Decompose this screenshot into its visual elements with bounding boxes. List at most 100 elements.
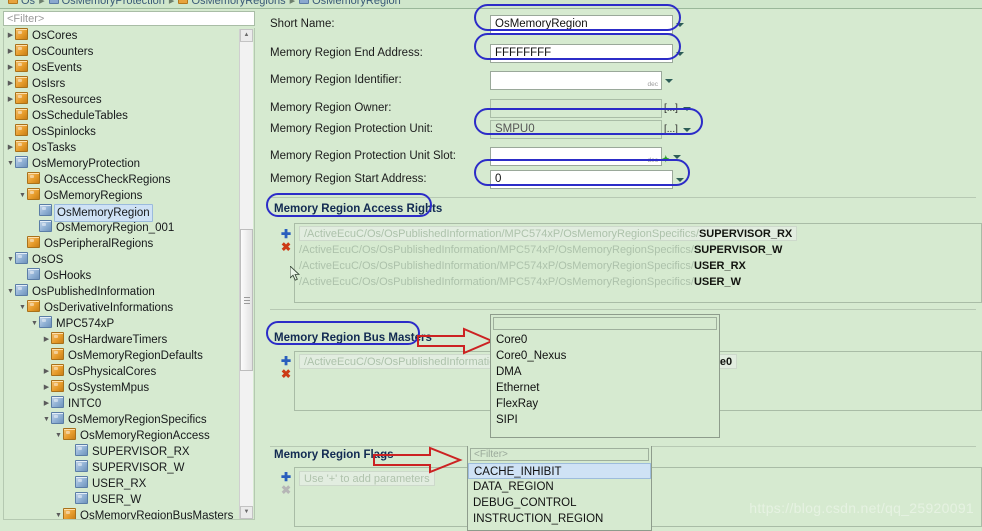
tree-item-oscounters[interactable]: ▶OsCounters xyxy=(4,44,254,60)
field-input[interactable]: dec xyxy=(490,147,662,166)
tree-item-osisrs[interactable]: ▶OsIsrs xyxy=(4,76,254,92)
tree-item-supervisor_w[interactable]: ▶SUPERVISOR_W xyxy=(4,460,254,476)
chevron-down-icon[interactable] xyxy=(673,15,686,34)
popup-option-list[interactable]: Core0Core0_NexusDMAEthernetFlexRaySIPI xyxy=(491,332,719,428)
tree-item-osmemoryregiondefaults[interactable]: ▶OsMemoryRegionDefaults xyxy=(4,348,254,364)
field-input[interactable]: ▣ xyxy=(490,99,662,118)
popup-option[interactable]: INSTRUCTION_REGION xyxy=(468,511,651,527)
tree-item-osos[interactable]: ▼OsOS xyxy=(4,252,254,268)
breadcrumb-item-osmemoryregions[interactable]: OsMemoryRegions xyxy=(178,0,285,6)
tree-item-osphysicalcores[interactable]: ▶OsPhysicalCores xyxy=(4,364,254,380)
tree-item-osmemoryregionaccess[interactable]: ▼OsMemoryRegionAccess xyxy=(4,428,254,444)
tree-item-mpc574xp[interactable]: ▼MPC574xP xyxy=(4,316,254,332)
chevron-right-icon[interactable]: ▶ xyxy=(6,60,15,76)
chevron-down-icon[interactable]: ▼ xyxy=(42,412,51,428)
remove-icon[interactable]: ✖ xyxy=(281,242,291,252)
tree-item-oscores[interactable]: ▶OsCores xyxy=(4,28,254,44)
tree-item-oshardwaretimers[interactable]: ▶OsHardwareTimers xyxy=(4,332,254,348)
chevron-down-icon[interactable]: ▼ xyxy=(30,316,39,332)
scroll-down-icon[interactable]: ▼ xyxy=(240,506,253,519)
tree-item-osscheduletables[interactable]: ▶OsScheduleTables xyxy=(4,108,254,124)
field-input[interactable]: ▣dec xyxy=(490,71,662,90)
chevron-down-icon[interactable]: ▼ xyxy=(18,300,27,316)
flags-dropdown-popup[interactable]: <Filter> CACHE_INHIBITDATA_REGIONDEBUG_C… xyxy=(467,446,652,531)
tree-item-osresources[interactable]: ▶OsResources xyxy=(4,92,254,108)
tree-item-supervisor_rx[interactable]: ▶SUPERVISOR_RX xyxy=(4,444,254,460)
popup-option[interactable]: CACHE_INHIBIT xyxy=(468,463,651,479)
field-input[interactable]: SMPU0 xyxy=(490,120,662,139)
field-input[interactable]: 0 xyxy=(490,170,673,189)
breadcrumb-item-osmemoryregion[interactable]: OsMemoryRegion xyxy=(299,0,401,6)
chevron-down-icon[interactable]: ▼ xyxy=(18,188,27,204)
access-right-entry[interactable]: /ActiveEcuC/Os/OsPublishedInformation/MP… xyxy=(299,276,741,288)
access-right-row[interactable]: /ActiveEcuC/Os/OsPublishedInformation/MP… xyxy=(295,274,981,290)
chevron-down-icon[interactable]: ▼ xyxy=(6,252,15,268)
access-right-entry[interactable]: /ActiveEcuC/Os/OsPublishedInformation/MP… xyxy=(299,244,782,256)
chevron-down-icon[interactable] xyxy=(680,120,693,139)
tree-item-osmemoryregionbusmasters[interactable]: ▼OsMemoryRegionBusMasters xyxy=(4,508,254,520)
tree-item-user_w[interactable]: ▶USER_W xyxy=(4,492,254,508)
popup-option[interactable]: Core0 xyxy=(491,332,719,348)
chevron-down-icon[interactable]: ▼ xyxy=(6,156,15,172)
tree-item-osmemoryregion_001[interactable]: ▶OsMemoryRegion_001 xyxy=(4,220,254,236)
breadcrumb-item-os[interactable]: Os xyxy=(8,0,35,6)
access-right-row[interactable]: /ActiveEcuC/Os/OsPublishedInformation/MP… xyxy=(295,224,981,242)
tree-item-user_rx[interactable]: ▶USER_RX xyxy=(4,476,254,492)
add-icon[interactable]: ✚ xyxy=(281,356,291,366)
bus-masters-dropdown-popup[interactable]: Core0Core0_NexusDMAEthernetFlexRaySIPI xyxy=(490,314,720,438)
chevron-right-icon[interactable]: ▶ xyxy=(6,92,15,108)
tree-filter-input[interactable]: <Filter> xyxy=(3,11,255,26)
popup-option[interactable]: FlexRay xyxy=(491,396,719,412)
chevron-down-icon[interactable] xyxy=(673,44,686,63)
access-rights-list[interactable]: /ActiveEcuC/Os/OsPublishedInformation/MP… xyxy=(294,223,982,303)
popup-option[interactable]: SIPI xyxy=(491,412,719,428)
chevron-right-icon[interactable]: ▶ xyxy=(42,364,51,380)
popup-option[interactable]: Core0_Nexus xyxy=(491,348,719,364)
scroll-up-icon[interactable]: ▲ xyxy=(240,29,253,42)
tree-item-osspinlocks[interactable]: ▶OsSpinlocks xyxy=(4,124,254,140)
popup-option[interactable]: Ethernet xyxy=(491,380,719,396)
tree-item-osaccesscheckregions[interactable]: ▶OsAccessCheckRegions xyxy=(4,172,254,188)
tree-item-osderivativeinformations[interactable]: ▼OsDerivativeInformations xyxy=(4,300,254,316)
chevron-right-icon[interactable]: ▶ xyxy=(6,28,15,44)
access-right-entry[interactable]: /ActiveEcuC/Os/OsPublishedInformation/MP… xyxy=(299,260,746,272)
tree-scrollbar[interactable]: ▲ ▼ xyxy=(239,29,253,519)
popup-option[interactable]: DEBUG_CONTROL xyxy=(468,495,651,511)
chevron-right-icon[interactable]: ▶ xyxy=(6,140,15,156)
tree-item-osmemoryprotection[interactable]: ▼OsMemoryProtection xyxy=(4,156,254,172)
chevron-down-icon[interactable]: ▼ xyxy=(6,284,15,300)
tree-item-osperipheralregions[interactable]: ▶OsPeripheralRegions xyxy=(4,236,254,252)
tree-item-osmemoryregions[interactable]: ▼OsMemoryRegions xyxy=(4,188,254,204)
remove-icon[interactable]: ✖ xyxy=(281,369,291,379)
tree-item-osmemoryregionspecifics[interactable]: ▼OsMemoryRegionSpecifics xyxy=(4,412,254,428)
browse-button[interactable]: [...] xyxy=(662,120,680,139)
access-right-entry[interactable]: /ActiveEcuC/Os/OsPublishedInformation/MP… xyxy=(299,226,797,241)
add-icon[interactable]: ✚ xyxy=(281,229,291,239)
popup-filter-input[interactable] xyxy=(493,317,717,330)
chevron-down-icon[interactable] xyxy=(673,170,686,189)
tree-item-osevents[interactable]: ▶OsEvents xyxy=(4,60,254,76)
breadcrumb[interactable]: Os ▸ OsMemoryProtection ▸ OsMemoryRegion… xyxy=(0,0,982,9)
tree-item-ospublishedinformation[interactable]: ▼OsPublishedInformation xyxy=(4,284,254,300)
chevron-down-icon[interactable] xyxy=(662,71,675,90)
field-input[interactable]: OsMemoryRegion xyxy=(490,15,673,34)
chevron-down-icon[interactable] xyxy=(680,99,693,118)
breadcrumb-item-osmemoryprotection[interactable]: OsMemoryProtection xyxy=(49,0,165,6)
tree-item-oshooks[interactable]: ▶OsHooks xyxy=(4,268,254,284)
tree-item-intc0[interactable]: ▶INTC0 xyxy=(4,396,254,412)
chevron-right-icon[interactable]: ▶ xyxy=(6,76,15,92)
chevron-right-icon[interactable]: ▶ xyxy=(42,332,51,348)
chevron-right-icon[interactable]: ▶ xyxy=(6,44,15,60)
browse-button[interactable]: [...] xyxy=(662,99,680,118)
popup-option-list[interactable]: CACHE_INHIBITDATA_REGIONDEBUG_CONTROLINS… xyxy=(468,463,651,527)
chevron-down-icon[interactable]: ▼ xyxy=(54,508,63,520)
scrollbar-thumb[interactable] xyxy=(240,229,253,371)
chevron-right-icon[interactable]: ▶ xyxy=(42,396,51,412)
popup-option[interactable]: DATA_REGION xyxy=(468,479,651,495)
field-input[interactable]: FFFFFFFF xyxy=(490,44,673,63)
configuration-tree[interactable]: ▶OsCores▶OsCounters▶OsEvents▶OsIsrs▶OsRe… xyxy=(3,28,255,520)
chevron-right-icon[interactable]: ▶ xyxy=(42,380,51,396)
popup-option[interactable]: DMA xyxy=(491,364,719,380)
tree-item-osmemoryregion[interactable]: ▶OsMemoryRegion xyxy=(4,204,254,220)
tree-item-ossystemmpus[interactable]: ▶OsSystemMpus xyxy=(4,380,254,396)
